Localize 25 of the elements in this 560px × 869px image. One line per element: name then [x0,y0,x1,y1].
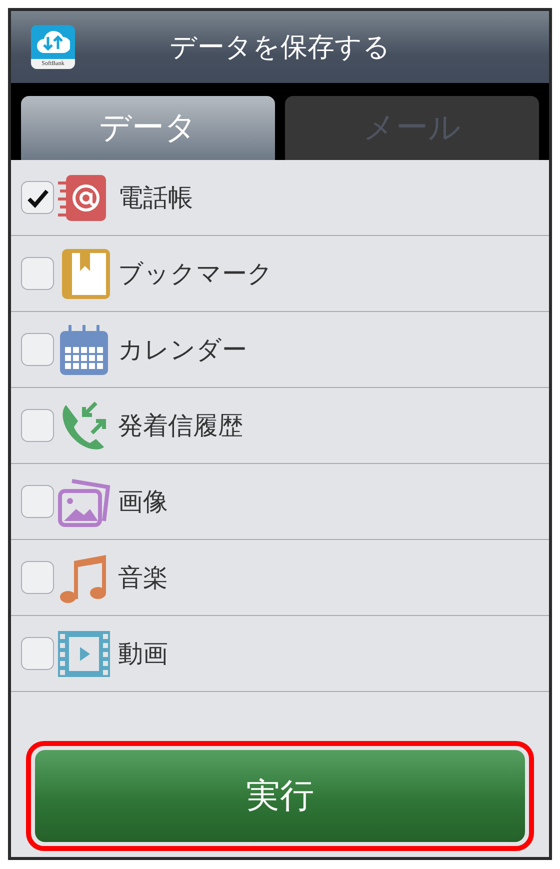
check-icon [26,188,48,208]
list-row[interactable]: 音楽 [11,540,549,616]
list-row[interactable]: 画像 [11,464,549,540]
list-row[interactable]: カレンダー [11,312,549,388]
list-row[interactable]: 電話帳 [11,160,549,236]
item-label: 画像 [118,486,168,518]
screen-title: データを保存する [168,31,392,65]
item-label: 発着信履歴 [118,410,243,442]
execute-button[interactable]: 実行 [35,750,525,842]
list-row[interactable]: ブックマーク [11,236,549,312]
item-label: 電話帳 [118,182,193,214]
cloud-icon [36,29,70,55]
checkbox[interactable] [21,181,54,214]
item-label: ブックマーク [118,258,273,290]
checkbox[interactable] [21,333,54,366]
checkbox[interactable] [21,485,54,518]
checkbox[interactable] [21,409,54,442]
checkbox[interactable] [21,257,54,290]
checkbox[interactable] [21,561,54,594]
item-label: カレンダー [118,334,247,366]
list-row[interactable]: 発着信履歴 [11,388,549,464]
list-row[interactable]: 動画 [11,616,549,692]
item-label: 動画 [118,638,168,670]
checkbox[interactable] [21,637,54,670]
item-label: 音楽 [118,562,168,594]
